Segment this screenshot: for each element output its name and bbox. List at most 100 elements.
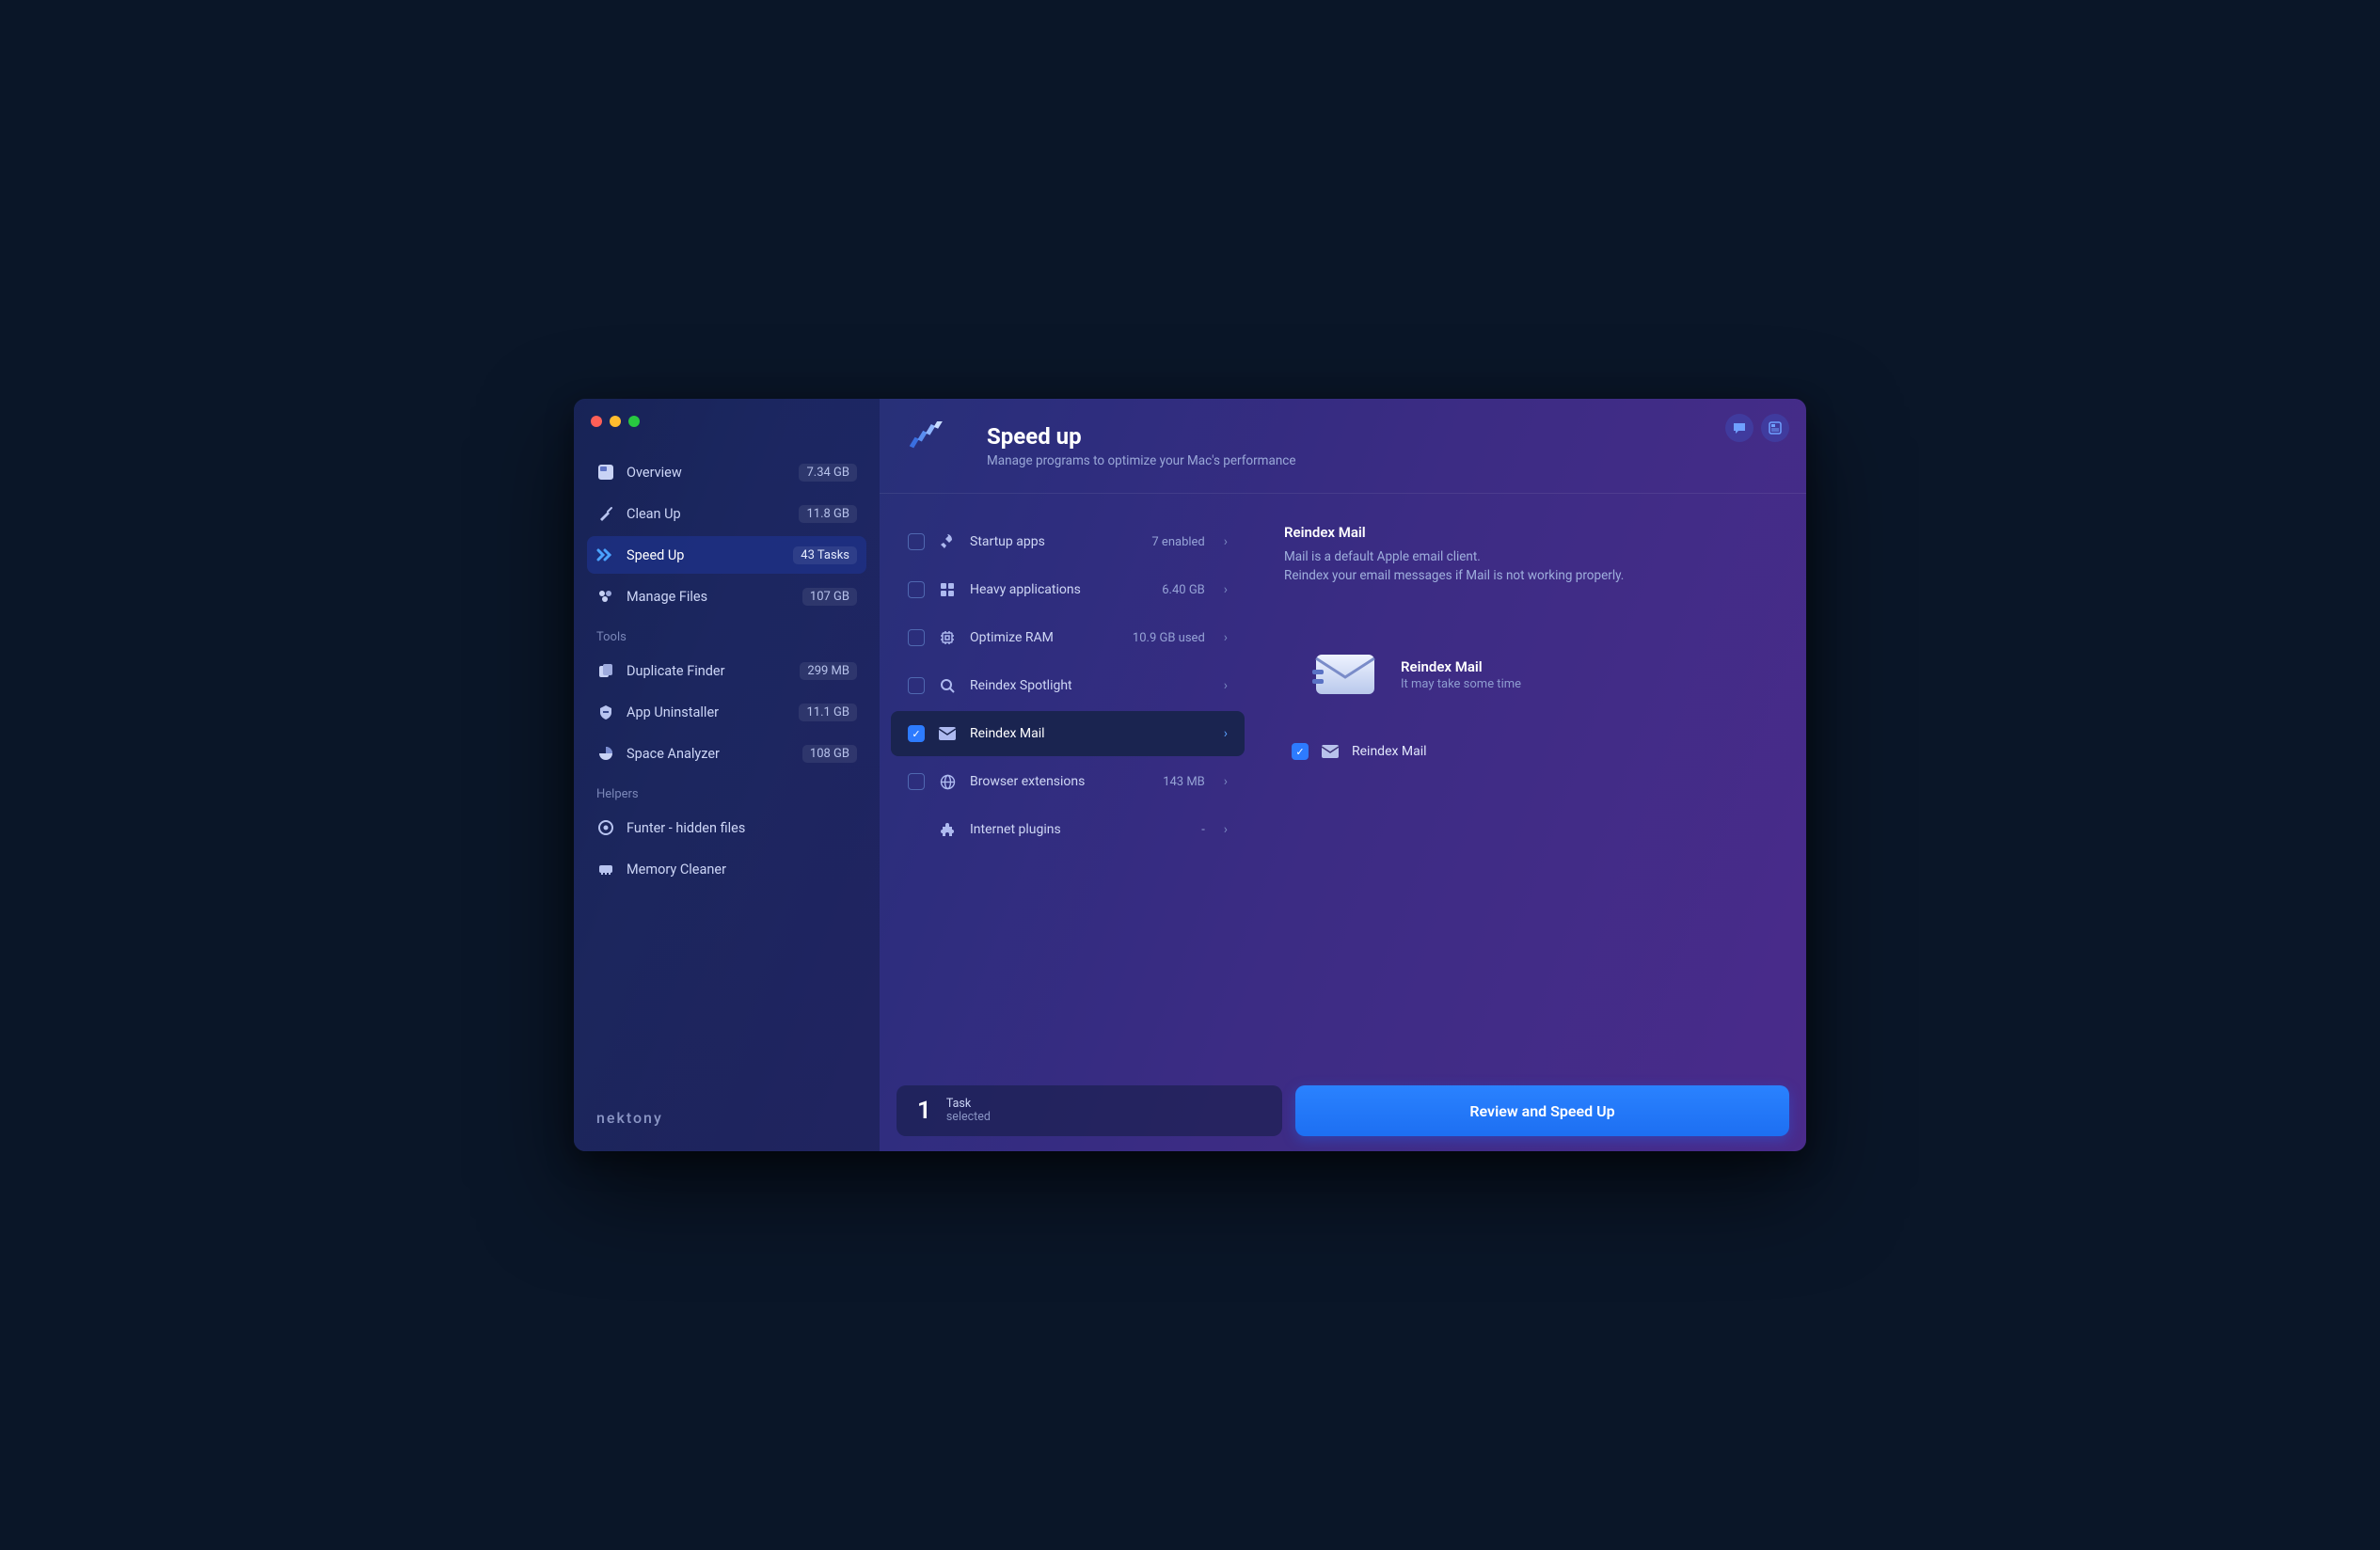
sidebar-item-label: Space Analyzer: [627, 746, 791, 762]
task-row-browser-ext[interactable]: Browser extensions 143 MB ›: [891, 759, 1245, 804]
detail-option-label: Reindex Mail: [1352, 744, 1427, 759]
content-area: Startup apps 7 enabled › Heavy applicati…: [880, 494, 1806, 1082]
sidebar-item-space-analyzer[interactable]: Space Analyzer 108 GB: [587, 735, 866, 772]
chevron-right-icon: ›: [1224, 678, 1228, 693]
sidebar-item-badge: 299 MB: [800, 662, 857, 680]
task-label: Reindex Spotlight: [970, 678, 1192, 693]
sidebar-item-label: App Uninstaller: [627, 704, 787, 720]
task-label: Reindex Mail: [970, 726, 1192, 741]
detail-card-subtitle: It may take some time: [1401, 677, 1521, 691]
news-button[interactable]: [1761, 414, 1789, 442]
task-row-internet-plugins[interactable]: Internet plugins - ›: [891, 807, 1245, 852]
sidebar-item-label: Manage Files: [627, 589, 791, 605]
review-speedup-button[interactable]: Review and Speed Up: [1295, 1085, 1789, 1136]
checkbox[interactable]: [908, 581, 925, 598]
dashboard-icon: [596, 463, 615, 482]
chip-icon: [938, 629, 957, 646]
sidebar-section-helpers: Helpers: [587, 774, 866, 807]
task-row-reindex-mail[interactable]: ✓ Reindex Mail ›: [891, 711, 1245, 756]
sidebar-item-badge: 43 Tasks: [793, 546, 857, 564]
chevrons-forward-icon: [596, 546, 615, 564]
sidebar-item-badge: 11.1 GB: [799, 704, 857, 721]
chevron-right-icon: ›: [1224, 534, 1228, 549]
target-icon: [596, 818, 615, 837]
checkbox[interactable]: ✓: [1292, 743, 1309, 760]
globe-icon: [938, 774, 957, 790]
mail-icon: [938, 727, 957, 740]
main-panel: Speed up Manage programs to optimize you…: [880, 399, 1806, 1151]
broom-icon: [596, 504, 615, 523]
task-row-startup-apps[interactable]: Startup apps 7 enabled ›: [891, 519, 1245, 564]
summary-unit: Task: [946, 1098, 991, 1111]
checkbox[interactable]: [908, 629, 925, 646]
checkbox[interactable]: ✓: [908, 725, 925, 742]
minimize-window-icon[interactable]: [610, 416, 621, 427]
chevron-right-icon: ›: [1224, 630, 1228, 645]
detail-card-title: Reindex Mail: [1401, 658, 1521, 675]
chevron-right-icon: ›: [1224, 822, 1228, 837]
task-value: -: [1201, 823, 1205, 837]
sidebar-item-overview[interactable]: Overview 7.34 GB: [587, 453, 866, 491]
close-window-icon[interactable]: [591, 416, 602, 427]
search-icon: [938, 678, 957, 694]
chat-icon: [1732, 420, 1747, 435]
task-value: 6.40 GB: [1162, 583, 1205, 597]
task-value: 143 MB: [1163, 775, 1205, 789]
detail-option-row[interactable]: ✓ Reindex Mail: [1284, 743, 1769, 760]
sidebar-item-funter[interactable]: Funter - hidden files: [587, 809, 866, 846]
sidebar-item-duplicate-finder[interactable]: Duplicate Finder 299 MB: [587, 652, 866, 689]
sidebar-item-label: Speed Up: [627, 547, 782, 563]
chevron-right-icon: ›: [1224, 726, 1228, 741]
uninstall-icon: [596, 703, 615, 721]
checkbox[interactable]: [908, 677, 925, 694]
sidebar-item-managefiles[interactable]: Manage Files 107 GB: [587, 577, 866, 615]
sidebar-item-badge: 107 GB: [802, 588, 857, 606]
sidebar-item-label: Memory Cleaner: [627, 862, 857, 878]
window-controls: [591, 416, 640, 427]
footer: 1 Task selected Review and Speed Up: [880, 1082, 1806, 1151]
mail-icon: [1322, 745, 1339, 758]
puzzle-icon: [938, 822, 957, 838]
brand-logo: nektony: [587, 1101, 866, 1134]
sidebar: Overview 7.34 GB Clean Up 11.8 GB Speed …: [574, 399, 880, 1151]
app-window: Overview 7.34 GB Clean Up 11.8 GB Speed …: [574, 399, 1806, 1151]
checkbox[interactable]: [908, 773, 925, 790]
task-row-optimize-ram[interactable]: Optimize RAM 10.9 GB used ›: [891, 615, 1245, 660]
files-icon: [596, 587, 615, 606]
news-icon: [1768, 420, 1783, 435]
task-label: Startup apps: [970, 534, 1138, 549]
page-title: Speed up: [987, 423, 1296, 450]
mail-large-icon: [1312, 651, 1378, 698]
sidebar-item-memory-cleaner[interactable]: Memory Cleaner: [587, 850, 866, 888]
sidebar-item-app-uninstaller[interactable]: App Uninstaller 11.1 GB: [587, 693, 866, 731]
task-label: Internet plugins: [970, 822, 1188, 837]
sidebar-item-speedup[interactable]: Speed Up 43 Tasks: [587, 536, 866, 574]
task-row-reindex-spotlight[interactable]: Reindex Spotlight ›: [891, 663, 1245, 708]
detail-panel: Reindex Mail Mail is a default Apple ema…: [1256, 494, 1806, 1082]
detail-card: Reindex Mail It may take some time: [1284, 651, 1769, 698]
header-actions: [1725, 414, 1789, 442]
fullscreen-window-icon[interactable]: [628, 416, 640, 427]
task-value: 7 enabled: [1151, 535, 1204, 549]
task-label: Optimize RAM: [970, 630, 1119, 645]
sidebar-item-badge: 7.34 GB: [799, 464, 857, 482]
task-list: Startup apps 7 enabled › Heavy applicati…: [880, 494, 1256, 1082]
rocket-icon: [938, 533, 957, 550]
sidebar-item-badge: 108 GB: [802, 745, 857, 763]
sidebar-item-badge: 11.8 GB: [799, 505, 857, 523]
checkbox[interactable]: [908, 533, 925, 550]
sidebar-section-tools: Tools: [587, 617, 866, 650]
summary-status: selected: [946, 1111, 991, 1124]
chat-button[interactable]: [1725, 414, 1753, 442]
sidebar-item-cleanup[interactable]: Clean Up 11.8 GB: [587, 495, 866, 532]
page-subtitle: Manage programs to optimize your Mac's p…: [987, 453, 1296, 468]
task-label: Browser extensions: [970, 774, 1150, 789]
sidebar-item-label: Duplicate Finder: [627, 663, 788, 679]
task-row-heavy-apps[interactable]: Heavy applications 6.40 GB ›: [891, 567, 1245, 612]
pie-chart-icon: [596, 744, 615, 763]
primary-button-label: Review and Speed Up: [1469, 1102, 1614, 1120]
page-header: Speed up Manage programs to optimize you…: [880, 399, 1806, 494]
sidebar-item-label: Overview: [627, 465, 787, 481]
speedup-hero-icon: [908, 423, 972, 472]
duplicate-icon: [596, 661, 615, 680]
